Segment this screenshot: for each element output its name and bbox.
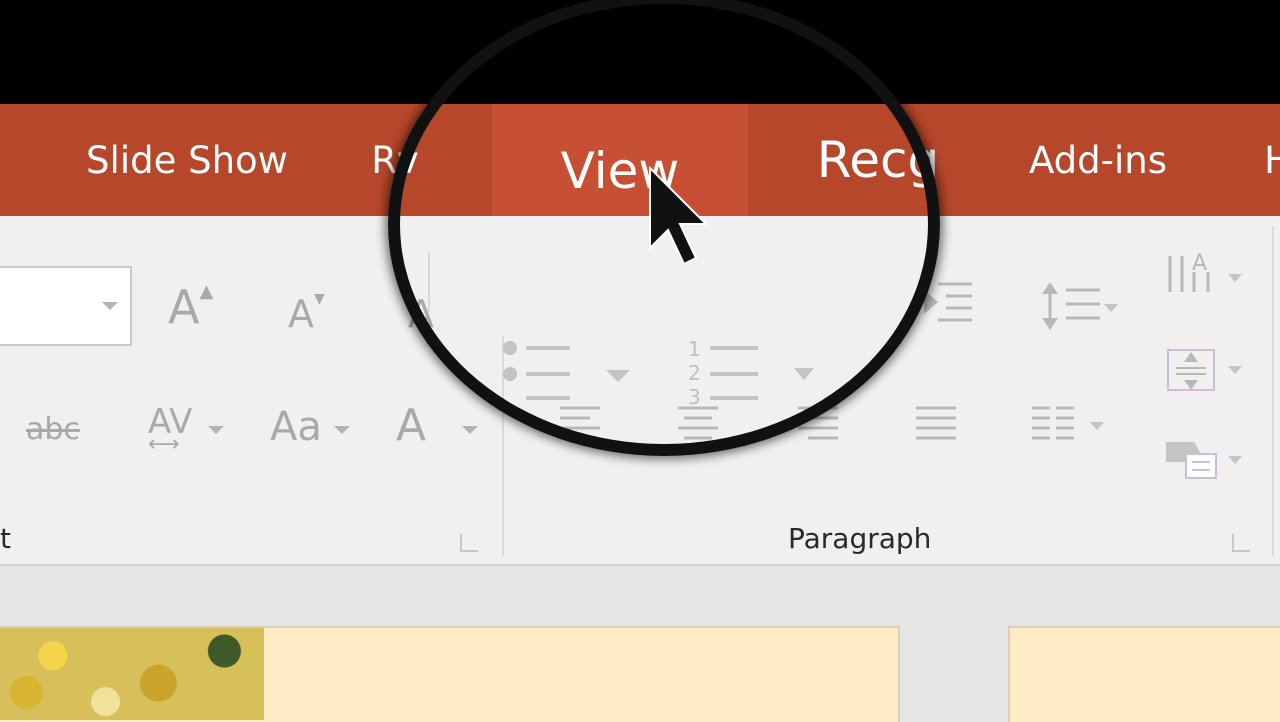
columns-icon[interactable] bbox=[1030, 402, 1114, 450]
strikethrough-icon[interactable]: abc bbox=[26, 412, 80, 447]
change-case-icon[interactable]: Aa bbox=[270, 404, 322, 450]
title-bar bbox=[0, 0, 1280, 104]
shrink-font-icon[interactable]: A▼ bbox=[288, 291, 325, 336]
justify-icon[interactable] bbox=[912, 402, 962, 450]
chevron-down-icon bbox=[208, 426, 224, 434]
chevron-down-icon bbox=[102, 302, 118, 310]
align-right-icon[interactable] bbox=[794, 402, 844, 450]
slide-photo bbox=[0, 628, 264, 720]
chevron-down-icon bbox=[462, 426, 478, 434]
svg-text:2: 2 bbox=[688, 361, 701, 385]
ribbon-panel: A▲ A▼ A abc AV ⟷ Aa A t 1 2 3 A Paragrap… bbox=[0, 216, 1280, 566]
svg-text:1: 1 bbox=[688, 337, 701, 361]
group-separator bbox=[428, 252, 430, 312]
text-direction-icon[interactable]: A bbox=[1164, 252, 1248, 308]
cursor-icon bbox=[649, 166, 709, 266]
group-separator bbox=[1272, 226, 1274, 556]
paragraph-dialog-launcher-icon[interactable] bbox=[1232, 534, 1250, 552]
align-center-icon[interactable] bbox=[674, 402, 724, 450]
ribbon-tab-bar: Slide Show Rv View Recg Add-ins H bbox=[0, 104, 1280, 216]
font-size-box[interactable] bbox=[0, 266, 132, 346]
character-spacing-icon[interactable]: AV ⟷ bbox=[148, 402, 192, 457]
tab-add-ins[interactable]: Add-ins bbox=[1020, 104, 1176, 216]
tab-record[interactable]: Recg bbox=[810, 104, 946, 216]
align-left-icon[interactable] bbox=[556, 402, 606, 450]
increase-indent-icon[interactable] bbox=[920, 280, 976, 328]
clear-format-icon[interactable]: A bbox=[408, 292, 434, 336]
font-dialog-launcher-icon[interactable] bbox=[460, 534, 478, 552]
smartart-icon[interactable] bbox=[1164, 438, 1248, 484]
text-direction-letter: A bbox=[1192, 252, 1207, 276]
font-color-icon[interactable]: A bbox=[396, 400, 426, 451]
slide-thumbnail[interactable] bbox=[1008, 626, 1280, 722]
font-group-label: t bbox=[0, 522, 11, 555]
paragraph-group-label: Paragraph bbox=[788, 522, 932, 555]
line-spacing-icon[interactable] bbox=[1038, 280, 1122, 334]
chevron-down-icon bbox=[334, 426, 350, 434]
align-text-icon[interactable] bbox=[1164, 344, 1248, 400]
bullets-icon[interactable] bbox=[496, 336, 636, 406]
tab-slide-show[interactable]: Slide Show bbox=[72, 104, 302, 216]
tab-help[interactable]: H bbox=[1258, 104, 1280, 216]
tab-review[interactable]: Rv bbox=[360, 104, 430, 216]
grow-font-icon[interactable]: A▲ bbox=[168, 280, 213, 334]
